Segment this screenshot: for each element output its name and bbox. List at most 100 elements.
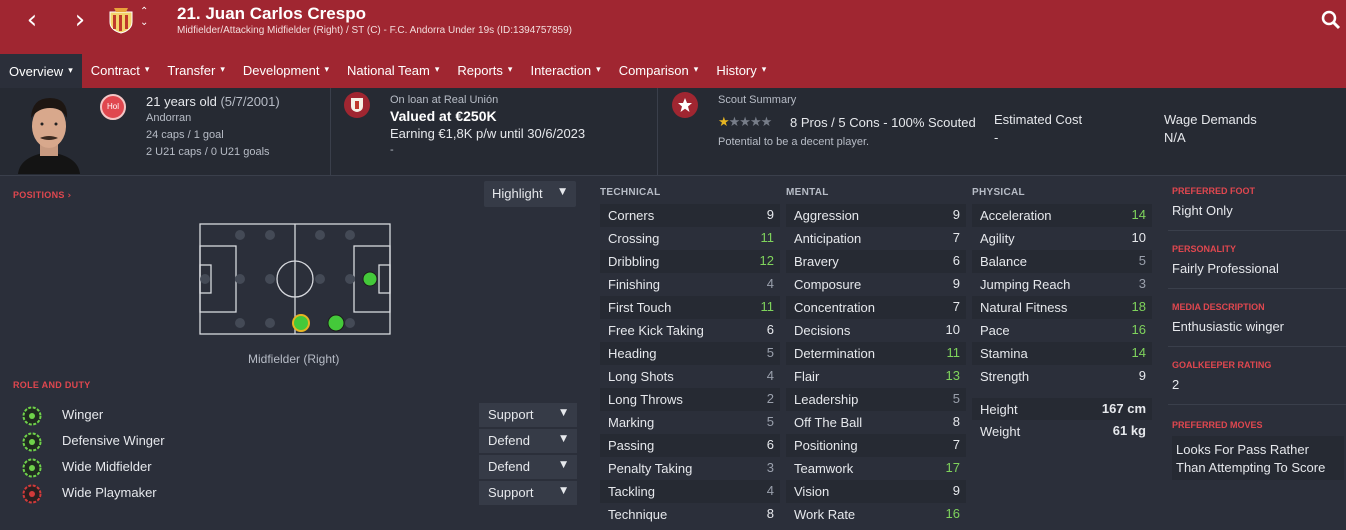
chevron-down-icon: ▼ bbox=[559, 187, 566, 197]
attribute-name: Teamwork bbox=[794, 461, 854, 476]
role-row[interactable]: Defensive Winger Defend ▼ bbox=[12, 429, 578, 453]
attribute-name: Concentration bbox=[794, 300, 875, 315]
tab-transfer[interactable]: Transfer ▾ bbox=[158, 52, 233, 88]
chevron-down-icon: ▾ bbox=[434, 65, 440, 75]
attribute-row[interactable]: Stamina 14 bbox=[972, 342, 1152, 365]
duty-dropdown[interactable]: Support ▼ bbox=[479, 481, 577, 505]
attribute-row[interactable]: Finishing 4 bbox=[600, 273, 780, 296]
attribute-row[interactable]: Aggression 9 bbox=[786, 204, 966, 227]
attribute-name: Crossing bbox=[608, 231, 660, 246]
attribute-value: 16 bbox=[945, 506, 960, 521]
attribute-value: 16 bbox=[1131, 322, 1146, 337]
chevron-down-icon: ▼ bbox=[560, 434, 567, 444]
attribute-name: Natural Fitness bbox=[980, 300, 1068, 315]
attribute-value: 9 bbox=[766, 207, 774, 222]
search-icon[interactable] bbox=[1321, 10, 1341, 30]
duty-dropdown[interactable]: Support ▼ bbox=[479, 403, 577, 427]
role-row[interactable]: Wide Playmaker Support ▼ bbox=[12, 481, 578, 505]
attribute-row[interactable]: Pace 16 bbox=[972, 319, 1152, 342]
attribute-value: 9 bbox=[952, 276, 960, 291]
attribute-row[interactable]: Work Rate 16 bbox=[786, 503, 966, 526]
duty-dropdown[interactable]: Defend ▼ bbox=[479, 455, 577, 479]
attribute-name: Penalty Taking bbox=[608, 461, 693, 476]
player-value: Valued at €250K bbox=[390, 108, 497, 124]
attribute-value: 7 bbox=[952, 437, 960, 452]
duty-dropdown[interactable]: Defend ▼ bbox=[479, 429, 577, 453]
attribute-row[interactable]: Passing 6 bbox=[600, 434, 780, 457]
attribute-row[interactable]: Free Kick Taking 6 bbox=[600, 319, 780, 342]
attribute-row[interactable]: Bravery 6 bbox=[786, 250, 966, 273]
tab-reports[interactable]: Reports ▾ bbox=[448, 52, 521, 88]
attribute-row[interactable]: Acceleration 14 bbox=[972, 204, 1152, 227]
highlight-dropdown[interactable]: Highlight ▼ bbox=[484, 181, 576, 207]
duty-value: Defend bbox=[488, 433, 530, 448]
scout-icon[interactable] bbox=[672, 92, 698, 118]
tab-development[interactable]: Development ▾ bbox=[234, 52, 338, 88]
attribute-row[interactable]: Balance 5 bbox=[972, 250, 1152, 273]
attribute-row[interactable]: Composure 9 bbox=[786, 273, 966, 296]
attribute-name: Heading bbox=[608, 346, 657, 361]
attribute-row[interactable]: Anticipation 7 bbox=[786, 227, 966, 250]
role-row[interactable]: Wide Midfielder Defend ▼ bbox=[12, 455, 578, 479]
attribute-row[interactable]: Off The Ball 8 bbox=[786, 411, 966, 434]
goalkeeper-rating: 2 bbox=[1172, 377, 1180, 392]
loan-club-icon[interactable] bbox=[344, 92, 370, 118]
positions-title-text: POSITIONS bbox=[13, 190, 65, 200]
attribute-row[interactable]: Natural Fitness 18 bbox=[972, 296, 1152, 319]
attribute-row[interactable]: Technique 8 bbox=[600, 503, 780, 526]
chevron-left-icon[interactable]: ‹ bbox=[20, 7, 44, 33]
attribute-row[interactable]: Positioning 7 bbox=[786, 434, 966, 457]
attribute-row[interactable]: Determination 11 bbox=[786, 342, 966, 365]
mental-title: MENTAL bbox=[786, 187, 829, 198]
reorder-chevrons-icon[interactable]: ⌃ ⌄ bbox=[140, 6, 148, 28]
attribute-row[interactable]: Flair 13 bbox=[786, 365, 966, 388]
attribute-row[interactable]: Teamwork 17 bbox=[786, 457, 966, 480]
tab-label: Comparison bbox=[618, 62, 689, 78]
tab-interaction[interactable]: Interaction ▾ bbox=[521, 52, 609, 88]
tab-overview[interactable]: Overview ▾ bbox=[0, 52, 82, 88]
attribute-row[interactable]: Strength 9 bbox=[972, 365, 1152, 388]
loan-status[interactable]: On loan at Real Unión bbox=[390, 94, 498, 106]
club-crest-icon[interactable] bbox=[108, 6, 134, 34]
tab-label: National Team bbox=[346, 62, 430, 78]
attribute-row[interactable]: Decisions 10 bbox=[786, 319, 966, 342]
tab-history[interactable]: History ▾ bbox=[707, 52, 775, 88]
weight-row: Weight 61 kg bbox=[972, 420, 1152, 442]
attribute-row[interactable]: Heading 5 bbox=[600, 342, 780, 365]
attribute-value: 13 bbox=[945, 368, 960, 383]
status-badge[interactable]: Hol bbox=[100, 94, 126, 120]
attribute-row[interactable]: Vision 9 bbox=[786, 480, 966, 503]
attribute-row[interactable]: Jumping Reach 3 bbox=[972, 273, 1152, 296]
player-age: 21 years old bbox=[146, 94, 217, 109]
attribute-row[interactable]: Tackling 4 bbox=[600, 480, 780, 503]
chevron-right-icon[interactable]: › bbox=[68, 7, 92, 33]
tab-comparison[interactable]: Comparison ▾ bbox=[610, 52, 708, 88]
role-suitability-icon bbox=[22, 458, 42, 478]
attribute-row[interactable]: Agility 10 bbox=[972, 227, 1152, 250]
attribute-row[interactable]: Concentration 7 bbox=[786, 296, 966, 319]
attribute-row[interactable]: First Touch 11 bbox=[600, 296, 780, 319]
attribute-row[interactable]: Crossing 11 bbox=[600, 227, 780, 250]
position-label: Midfielder (Right) bbox=[248, 352, 340, 366]
attribute-name: Aggression bbox=[794, 208, 860, 223]
role-row[interactable]: Winger Support ▼ bbox=[12, 403, 578, 427]
attribute-name: Determination bbox=[794, 346, 875, 361]
attribute-row[interactable]: Penalty Taking 3 bbox=[600, 457, 780, 480]
attribute-value: 4 bbox=[766, 368, 774, 383]
tab-national-team[interactable]: National Team ▾ bbox=[338, 52, 448, 88]
attribute-row[interactable]: Leadership 5 bbox=[786, 388, 966, 411]
attribute-name: Anticipation bbox=[794, 231, 862, 246]
player-earning: Earning €1,8K p/w until 30/6/2023 bbox=[390, 126, 586, 141]
attribute-row[interactable]: Long Throws 2 bbox=[600, 388, 780, 411]
media-description: Enthusiastic winger bbox=[1172, 319, 1284, 334]
attribute-row[interactable]: Corners 9 bbox=[600, 204, 780, 227]
role-name: Wide Midfielder bbox=[62, 459, 152, 474]
height-row: Height 167 cm bbox=[972, 398, 1152, 420]
attribute-row[interactable]: Marking 5 bbox=[600, 411, 780, 434]
attribute-name: Flair bbox=[794, 369, 820, 384]
attribute-row[interactable]: Dribbling 12 bbox=[600, 250, 780, 273]
estimated-cost-label: Estimated Cost bbox=[994, 112, 1083, 127]
positions-title[interactable]: POSITIONS › bbox=[13, 190, 72, 201]
tab-contract[interactable]: Contract ▾ bbox=[82, 52, 159, 88]
attribute-row[interactable]: Long Shots 4 bbox=[600, 365, 780, 388]
